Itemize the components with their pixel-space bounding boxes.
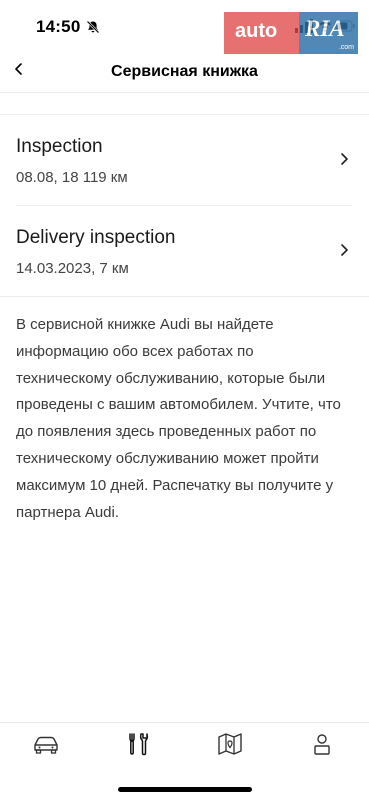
tab-map[interactable] [210,731,250,761]
car-icon [34,736,58,754]
entry-title: Inspection [16,136,103,157]
home-indicator [118,787,252,792]
tab-vehicle[interactable] [26,731,66,761]
watermark-ria-block: RIA .com [299,12,358,54]
profile-icon [314,734,330,755]
status-time: 14:50 [36,17,81,36]
service-book-info-text: В сервисной книжке Audi вы найдете инфор… [16,316,341,521]
entry-date-mileage: 08.08, 18 119 км [16,169,128,186]
watermark-ria: RIA [305,16,345,41]
entry-date-mileage: 14.03.2023, 7 км [16,260,129,277]
entry-title: Delivery inspection [16,227,176,248]
header: Сервисная книжка [0,52,369,92]
chevron-right-icon [341,153,348,165]
header-divider [0,92,369,93]
watermark-ria-sub: .com [338,44,354,51]
map-icon [218,733,242,755]
service-entry-inspection[interactable]: Inspection 08.08, 18 119 км [0,114,369,204]
tools-icon [129,733,149,756]
tab-service[interactable] [118,731,158,761]
list-bottom-divider [0,296,369,297]
autoria-watermark: auto RIA .com [224,12,358,54]
service-entry-delivery-inspection[interactable]: Delivery inspection 14.03.2023, 7 км [0,205,369,295]
bell-muted-icon [86,20,100,34]
chevron-right-icon [341,244,348,256]
page-title: Сервисная книжка [111,63,258,80]
watermark-auto: auto [224,12,299,54]
tab-profile[interactable] [302,731,342,761]
